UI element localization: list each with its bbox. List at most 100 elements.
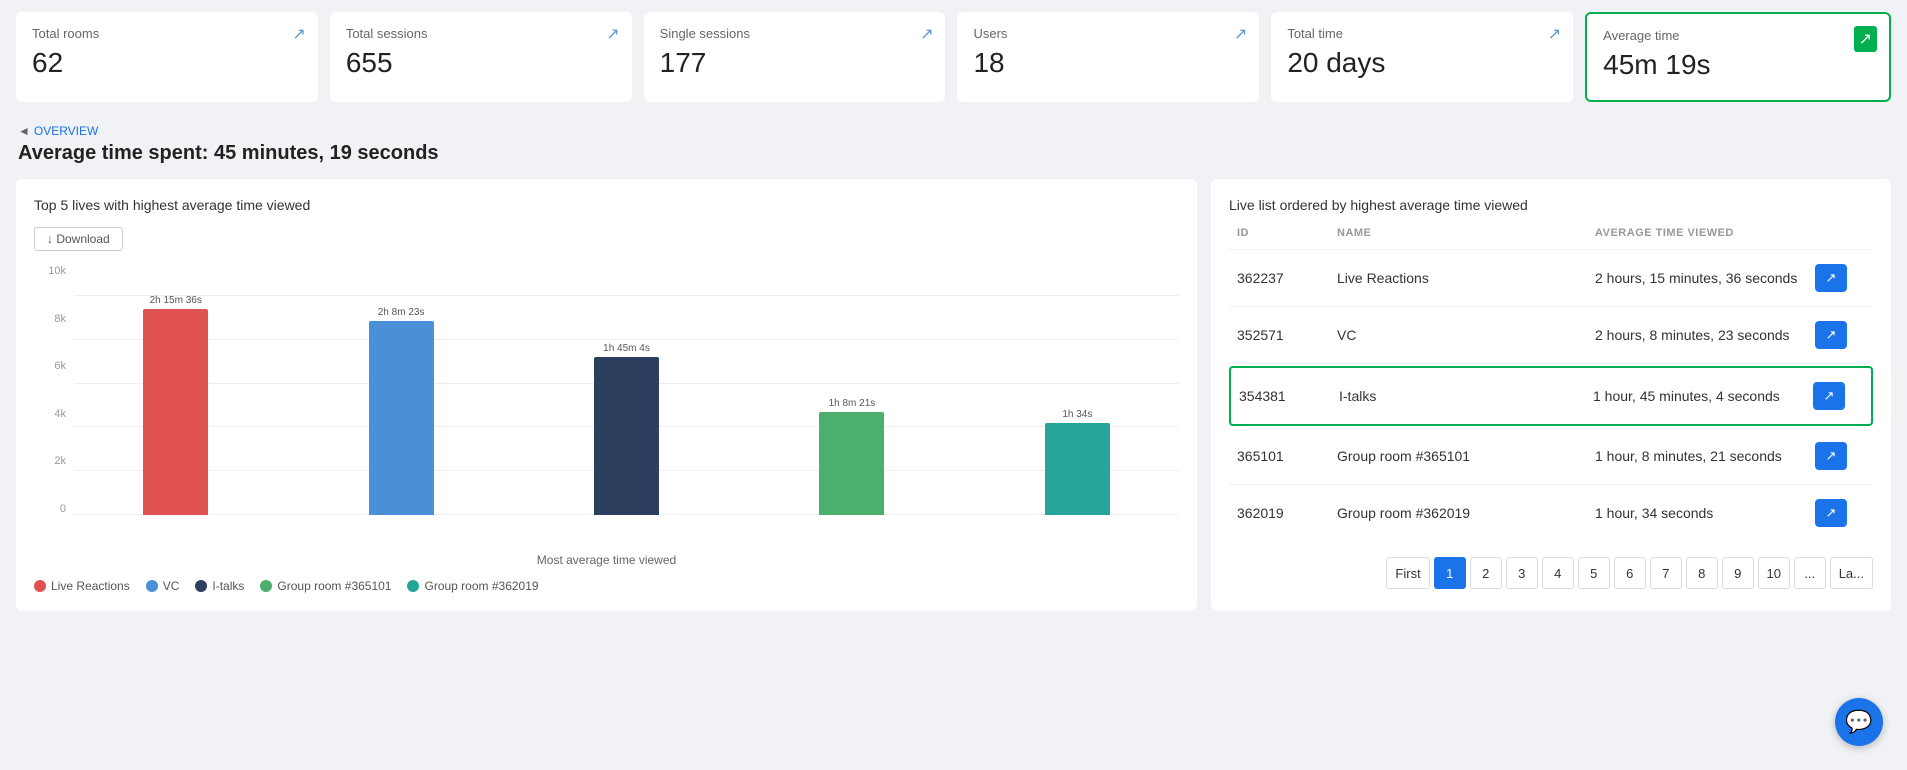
- legend-label: VC: [163, 579, 180, 593]
- bar: [594, 357, 659, 515]
- legend-item: I-talks: [195, 579, 244, 593]
- breadcrumb-parent[interactable]: OVERVIEW: [34, 124, 98, 138]
- bar: [819, 412, 884, 515]
- bar-top-label: 1h 34s: [1062, 409, 1092, 420]
- row-avg-time: 1 hour, 8 minutes, 21 seconds: [1595, 448, 1815, 464]
- stat-label: Single sessions: [660, 26, 930, 41]
- stat-label: Average time: [1603, 28, 1873, 43]
- legend-label: Group room #365101: [277, 579, 391, 593]
- stat-card: Users 18 ↗: [957, 12, 1259, 102]
- bar-top-label: 1h 8m 21s: [829, 398, 876, 409]
- stat-value: 655: [346, 47, 616, 79]
- legend-item: Live Reactions: [34, 579, 130, 593]
- legend-label: Live Reactions: [51, 579, 130, 593]
- legend-item: Group room #365101: [260, 579, 391, 593]
- row-avg-time: 1 hour, 34 seconds: [1595, 505, 1815, 521]
- stat-card: Average time 45m 19s ↗: [1585, 12, 1891, 102]
- open-room-button[interactable]: ↗: [1813, 382, 1845, 410]
- breadcrumb-arrow: ◄: [18, 124, 30, 138]
- chart-icon[interactable]: ↗: [292, 24, 305, 44]
- stat-value: 45m 19s: [1603, 49, 1873, 81]
- page-number-button[interactable]: 3: [1506, 557, 1538, 589]
- y-axis-label: 10k: [34, 265, 72, 277]
- chart-panel: Top 5 lives with highest average time vi…: [16, 179, 1197, 611]
- bar-group: 1h 45m 4s: [525, 295, 728, 515]
- open-room-button[interactable]: ↗: [1815, 264, 1847, 292]
- bar: [369, 321, 434, 515]
- chart-icon[interactable]: ↗: [606, 24, 619, 44]
- table-row: 352571 VC 2 hours, 8 minutes, 23 seconds…: [1229, 307, 1873, 364]
- y-axis-label: 0: [34, 503, 72, 515]
- chart-area: 02k4k6k8k10k 2h 15m 36s 2h 8m 23s 1h 45m…: [34, 265, 1179, 545]
- table-row: 362019 Group room #362019 1 hour, 34 sec…: [1229, 485, 1873, 541]
- col-name: NAME: [1337, 227, 1595, 239]
- legend-dot: [407, 580, 419, 592]
- row-avg-time: 2 hours, 8 minutes, 23 seconds: [1595, 327, 1815, 343]
- open-room-button[interactable]: ↗: [1815, 499, 1847, 527]
- chart-icon[interactable]: ↗: [920, 24, 933, 44]
- row-name: VC: [1337, 327, 1595, 343]
- y-axis-label: 2k: [34, 455, 72, 467]
- bar-group: 1h 8m 21s: [750, 295, 953, 515]
- col-id: ID: [1237, 227, 1337, 239]
- page-ellipsis: ...: [1794, 557, 1826, 589]
- stat-value: 20 days: [1287, 47, 1557, 79]
- row-id: 352571: [1237, 327, 1337, 343]
- page-number-button[interactable]: 8: [1686, 557, 1718, 589]
- legend-dot: [34, 580, 46, 592]
- page-number-button[interactable]: 4: [1542, 557, 1574, 589]
- open-room-button[interactable]: ↗: [1815, 321, 1847, 349]
- page-number-button[interactable]: 1: [1434, 557, 1466, 589]
- bar: [1045, 423, 1110, 515]
- page-last-button[interactable]: La...: [1830, 557, 1873, 589]
- open-room-button[interactable]: ↗: [1815, 442, 1847, 470]
- chart-title: Top 5 lives with highest average time vi…: [34, 197, 1179, 213]
- page-number-button[interactable]: 10: [1758, 557, 1790, 589]
- stat-label: Total time: [1287, 26, 1557, 41]
- legend-item: Group room #362019: [407, 579, 538, 593]
- breadcrumb: ◄ OVERVIEW: [18, 124, 1889, 138]
- stat-value: 177: [660, 47, 930, 79]
- chart-icon[interactable]: ↗: [1548, 24, 1561, 44]
- chat-fab[interactable]: 💬: [1835, 698, 1883, 746]
- legend-item: VC: [146, 579, 180, 593]
- stat-label: Users: [973, 26, 1243, 41]
- chat-icon: 💬: [1845, 709, 1872, 735]
- y-axis: 02k4k6k8k10k: [34, 265, 72, 515]
- stat-card: Total rooms 62 ↗: [16, 12, 318, 102]
- row-id: 362237: [1237, 270, 1337, 286]
- bar-top-label: 1h 45m 4s: [603, 343, 650, 354]
- pagination: First12345678910...La...: [1229, 557, 1873, 589]
- y-axis-label: 6k: [34, 360, 72, 372]
- page-number-button[interactable]: 5: [1578, 557, 1610, 589]
- table-row: 354381 I-talks 1 hour, 45 minutes, 4 sec…: [1229, 366, 1873, 426]
- page-number-button[interactable]: 2: [1470, 557, 1502, 589]
- row-id: 362019: [1237, 505, 1337, 521]
- page-first-button[interactable]: First: [1386, 557, 1429, 589]
- bar-top-label: 2h 15m 36s: [150, 295, 202, 306]
- page-number-button[interactable]: 9: [1722, 557, 1754, 589]
- page-title: Average time spent: 45 minutes, 19 secon…: [18, 142, 1889, 165]
- download-button[interactable]: ↓ Download: [34, 227, 123, 251]
- stat-value: 62: [32, 47, 302, 79]
- row-avg-time: 2 hours, 15 minutes, 36 seconds: [1595, 270, 1815, 286]
- x-axis-label: Most average time viewed: [34, 553, 1179, 567]
- legend-label: I-talks: [212, 579, 244, 593]
- y-axis-label: 4k: [34, 408, 72, 420]
- bars-container: 2h 15m 36s 2h 8m 23s 1h 45m 4s 1h 8m 21s…: [74, 295, 1179, 515]
- chart-icon[interactable]: ↗: [1854, 26, 1877, 52]
- table-panel: Live list ordered by highest average tim…: [1211, 179, 1891, 611]
- table-row: 365101 Group room #365101 1 hour, 8 minu…: [1229, 428, 1873, 485]
- row-id: 354381: [1239, 388, 1339, 404]
- stat-value: 18: [973, 47, 1243, 79]
- row-name: Group room #365101: [1337, 448, 1595, 464]
- page-number-button[interactable]: 6: [1614, 557, 1646, 589]
- bar-top-label: 2h 8m 23s: [378, 307, 425, 318]
- bar-group: 2h 15m 36s: [74, 295, 277, 515]
- row-name: I-talks: [1339, 388, 1593, 404]
- stat-label: Total rooms: [32, 26, 302, 41]
- chart-icon[interactable]: ↗: [1234, 24, 1247, 44]
- page-number-button[interactable]: 7: [1650, 557, 1682, 589]
- stats-row: Total rooms 62 ↗ Total sessions 655 ↗ Si…: [0, 0, 1907, 114]
- stat-card: Total sessions 655 ↗: [330, 12, 632, 102]
